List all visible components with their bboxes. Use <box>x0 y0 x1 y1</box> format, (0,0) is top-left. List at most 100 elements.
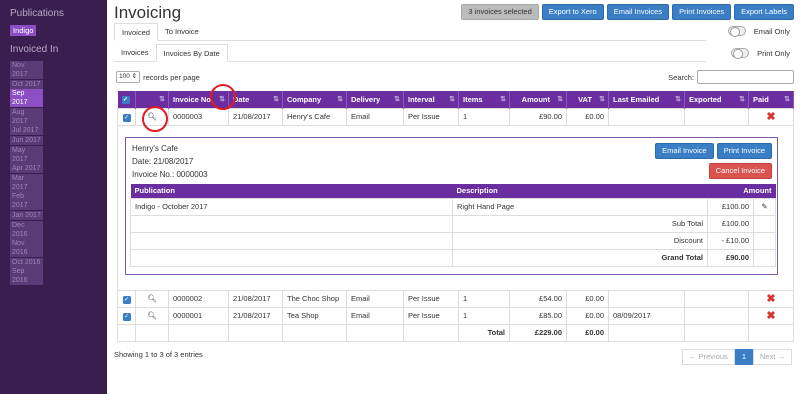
sort-icon[interactable]: ⇅ <box>273 95 279 103</box>
print-invoice-button[interactable]: Print Invoice <box>716 143 772 159</box>
cell-vat: £0.00 <box>566 107 609 126</box>
tab-invoices[interactable]: Invoices <box>114 44 156 61</box>
sort-icon[interactable]: ⇅ <box>599 95 605 103</box>
search-input[interactable] <box>697 70 794 84</box>
row-checkbox[interactable]: ✓ <box>122 295 131 304</box>
tab-invoiced[interactable]: Invoiced <box>114 23 158 41</box>
page-1-button[interactable]: 1 <box>734 349 753 365</box>
discount-label: Discount <box>452 231 708 250</box>
unpaid-x-icon[interactable]: ✖ <box>766 111 775 123</box>
sort-icon[interactable]: ⇅ <box>394 95 400 103</box>
column-header-items[interactable]: Items ⇅ <box>458 91 510 108</box>
cell-delivery: Email <box>346 107 404 126</box>
publications-heading: Publications <box>10 8 64 19</box>
cell-company: The Choc Shop <box>282 289 347 308</box>
sidebar-month-item[interactable]: Apr 2017 <box>10 164 43 174</box>
cell-invoice-no: 0000002 <box>168 289 229 308</box>
sort-icon[interactable]: ⇅ <box>337 95 343 103</box>
sort-icon[interactable]: ⇅ <box>739 95 745 103</box>
detail-actions: Email Invoice Print Invoice <box>655 143 772 159</box>
sort-icon[interactable]: ⇅ <box>675 95 681 103</box>
select-all-checkbox[interactable]: ✓ <box>121 96 130 105</box>
email-invoice-button[interactable]: Email Invoice <box>655 143 714 159</box>
cell-items: 1 <box>458 289 510 308</box>
cell-date: 21/08/2017 <box>228 289 283 308</box>
cell-amount: £54.00 <box>509 289 567 308</box>
email-only-toggle[interactable] <box>727 26 746 37</box>
previous-page-button[interactable]: ← Previous <box>682 349 735 365</box>
export-labels-button[interactable]: Export Labels <box>734 4 794 20</box>
detail-invoice-no: Invoice No.: 0000003 <box>132 170 208 179</box>
column-header-line-amount: Amount <box>707 184 776 198</box>
cell-exported <box>684 306 749 325</box>
column-header-delivery[interactable]: Delivery ⇅ <box>346 91 404 108</box>
detail-date: Date: 21/08/2017 <box>132 157 194 166</box>
unpaid-x-icon[interactable]: ✖ <box>766 310 775 322</box>
sidebar-month-item[interactable]: Jan 2017 <box>10 210 43 220</box>
sort-icon[interactable]: ⇅ <box>557 95 563 103</box>
cell-invoice-no: 0000001 <box>168 306 229 325</box>
month-list: Nov 2017 Oct 2017 Sep 2017 Aug 2017 Jul 2017… <box>10 61 107 286</box>
sort-icon[interactable]: ⇅ <box>784 95 790 103</box>
tab-invoices-by-date[interactable]: Invoices By Date <box>155 44 228 62</box>
magnify-icon[interactable]: 🔍︎ <box>147 294 157 303</box>
sidebar-month-item[interactable]: May 2017 <box>10 145 43 164</box>
sidebar-month-item[interactable]: Jul 2017 <box>10 126 43 136</box>
column-header-vat[interactable]: VAT ⇅ <box>566 91 609 108</box>
unpaid-x-icon[interactable]: ✖ <box>766 293 775 305</box>
sidebar-month-item[interactable]: Oct 2017 <box>10 79 43 89</box>
print-invoices-button[interactable]: Print Invoices <box>672 4 732 20</box>
select-all-header[interactable]: ✓ <box>117 91 136 108</box>
column-header-publication: Publication <box>130 184 453 198</box>
tab-to-invoice[interactable]: To Invoice <box>158 23 206 40</box>
cell-amount: £90.00 <box>509 107 567 126</box>
sidebar-month-item[interactable]: Jun 2017 <box>10 135 43 145</box>
page-length-select[interactable]: 100 ⇕ <box>116 71 141 83</box>
column-header-company[interactable]: Company ⇅ <box>282 91 347 108</box>
sidebar-month-item[interactable]: Mar 2017 <box>10 173 43 192</box>
column-header-last-emailed[interactable]: Last Emailed ⇅ <box>608 91 685 108</box>
sort-icon[interactable]: ⇅ <box>500 95 506 103</box>
sidebar-month-item[interactable]: Nov 2016 <box>10 239 43 258</box>
annotation-circle-magnify <box>142 106 168 132</box>
print-only-toggle[interactable] <box>731 48 750 59</box>
sub-total-label: Sub Total <box>452 214 708 233</box>
sub-total-row: Sub Total £100.00 <box>130 214 777 233</box>
invoiced-in-heading: Invoiced In <box>10 44 59 55</box>
sub-total-value: £100.00 <box>707 214 754 233</box>
sort-icon[interactable]: ⇅ <box>159 95 165 103</box>
total-vat: £0.00 <box>566 323 609 342</box>
sidebar-month-item[interactable]: Sep 2017 <box>10 89 43 108</box>
sidebar-month-item[interactable]: Nov 2017 <box>10 61 43 79</box>
sidebar-month-item[interactable]: Aug 2017 <box>10 107 43 126</box>
column-header-interval[interactable]: Interval ⇅ <box>403 91 459 108</box>
invoice-lines-table: Publication Description Amount Indigo - … <box>130 184 777 267</box>
page-length-control: 100 ⇕ records per page <box>116 71 200 83</box>
next-page-button[interactable]: Next → <box>752 349 792 365</box>
row-checkbox[interactable]: ✓ <box>122 312 131 321</box>
column-header-amount[interactable]: Amount ⇅ <box>509 91 567 108</box>
cell-delivery: Email <box>346 306 404 325</box>
sidebar-month-item[interactable]: Dec 2016 <box>10 220 43 239</box>
sidebar-month-item[interactable]: Feb 2017 <box>10 192 43 211</box>
sidebar-month-item[interactable]: Oct 2016 <box>10 257 43 267</box>
magnify-icon[interactable]: 🔍︎ <box>147 311 157 320</box>
sidebar-month-item[interactable]: Sep 2016 <box>10 267 43 286</box>
email-invoices-button[interactable]: Email Invoices <box>606 4 670 20</box>
grand-total-value: £90.00 <box>707 248 754 267</box>
search-label: Search: <box>668 72 694 82</box>
sort-icon[interactable]: ⇅ <box>449 95 455 103</box>
column-header-exported[interactable]: Exported ⇅ <box>684 91 749 108</box>
cancel-invoice-button[interactable]: Cancel Invoice <box>708 163 772 179</box>
row-checkbox[interactable]: ✓ <box>122 113 131 122</box>
edit-icon[interactable]: ✎︎ <box>761 202 767 211</box>
cell-items: 1 <box>458 306 510 325</box>
export-xero-button[interactable]: Export to Xero <box>541 4 604 20</box>
publication-item-indigo[interactable]: Indigo <box>10 25 37 36</box>
invoice-detail-info: Henry's Cafe Date: 21/08/2017 Invoice No… <box>132 142 208 181</box>
cell-date: 21/08/2017 <box>228 107 283 126</box>
page-length-value: 100 <box>119 73 130 80</box>
column-header-paid[interactable]: Paid ⇅ <box>748 91 794 108</box>
select-arrows-icon: ⇕ <box>131 73 138 80</box>
column-header-date[interactable]: Date ⇅ <box>228 91 283 108</box>
